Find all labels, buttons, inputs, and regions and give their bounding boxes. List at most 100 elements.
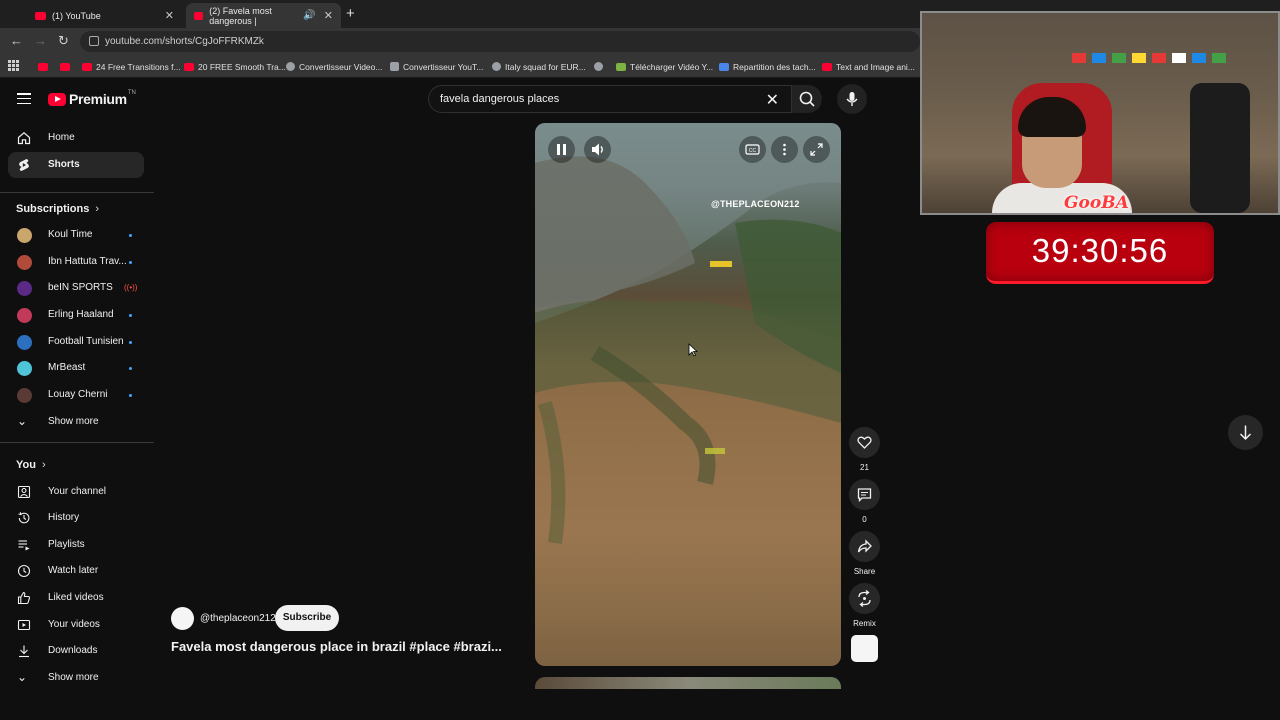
svg-text:CC: CC bbox=[749, 148, 757, 154]
like-button[interactable] bbox=[849, 427, 880, 458]
globe-icon bbox=[594, 62, 603, 71]
subscriptions-header[interactable]: Subscriptions › bbox=[16, 203, 99, 215]
sidebar-item-shorts[interactable]: Shorts bbox=[8, 152, 144, 178]
sidebar-item-label: Home bbox=[48, 132, 75, 143]
sidebar-item-liked-videos[interactable]: Liked videos bbox=[8, 585, 144, 611]
captions-button[interactable]: CC bbox=[739, 136, 766, 163]
volume-button[interactable] bbox=[584, 136, 611, 163]
sidebar-item-history[interactable]: History bbox=[8, 505, 144, 531]
channel-avatar[interactable] bbox=[171, 607, 194, 630]
next-short-button[interactable] bbox=[1228, 415, 1263, 450]
back-icon[interactable]: ← bbox=[10, 33, 23, 48]
menu-icon[interactable] bbox=[17, 93, 31, 105]
bookmark-item[interactable]: Text and Image ani... bbox=[822, 59, 915, 74]
download-icon bbox=[616, 62, 626, 71]
bookmark-item[interactable]: Repartition des tach... bbox=[719, 59, 816, 74]
bookmark-item[interactable]: 24 Free Transitions f... bbox=[82, 59, 181, 74]
thumbs-up-icon bbox=[17, 591, 31, 605]
site-info-icon[interactable] bbox=[89, 36, 99, 46]
flag-decoration bbox=[1152, 53, 1166, 63]
speaker-icon[interactable]: 🔊 bbox=[303, 10, 315, 21]
bookmark-item[interactable] bbox=[60, 59, 74, 74]
next-short-preview[interactable] bbox=[535, 677, 841, 689]
bookmark-label: Convertisseur Video... bbox=[299, 61, 383, 72]
sound-thumbnail[interactable] bbox=[851, 635, 878, 662]
new-content-dot bbox=[129, 234, 132, 237]
search-button[interactable] bbox=[792, 85, 822, 113]
sidebar-item-label: Your channel bbox=[48, 486, 107, 497]
you-header[interactable]: You › bbox=[16, 459, 46, 471]
clear-search-icon[interactable]: ✕ bbox=[766, 90, 779, 110]
sidebar-item-home[interactable]: Home bbox=[8, 125, 144, 151]
sidebar-item-your-channel[interactable]: Your channel bbox=[8, 479, 144, 505]
bookmark-item[interactable]: Télécharger Vidéo Y... bbox=[616, 59, 713, 74]
bookmark-item[interactable]: Convertisseur YouT... bbox=[390, 59, 483, 74]
sidebar-item-downloads[interactable]: Downloads bbox=[8, 638, 144, 664]
sidebar-item-subscription[interactable]: Erling Haaland bbox=[8, 302, 144, 328]
home-icon bbox=[17, 132, 31, 145]
close-tab-icon[interactable]: ✕ bbox=[165, 9, 174, 22]
youtube-icon bbox=[822, 62, 832, 71]
bookmark-label: Text and Image ani... bbox=[836, 61, 915, 72]
new-content-dot bbox=[129, 261, 132, 264]
apps-grid-icon[interactable] bbox=[8, 60, 19, 71]
more-options-button[interactable] bbox=[771, 136, 798, 163]
flag-decoration bbox=[1072, 53, 1086, 63]
share-label: Share bbox=[853, 567, 876, 576]
sidebar-item-label: Shorts bbox=[48, 159, 80, 170]
tab-title: (1) YouTube bbox=[52, 10, 101, 21]
like-action[interactable]: 21 bbox=[849, 427, 880, 472]
channel-avatar bbox=[17, 281, 32, 296]
bookmark-item[interactable]: 20 FREE Smooth Tra... bbox=[184, 59, 286, 74]
pause-button[interactable] bbox=[548, 136, 575, 163]
sidebar-item-subscription[interactable]: Louay Cherni bbox=[8, 382, 144, 408]
sidebar-item-subscription[interactable]: Koul Time bbox=[8, 222, 144, 248]
bookmark-item[interactable]: Convertisseur Video... bbox=[286, 59, 382, 74]
youtube-favicon-icon bbox=[194, 11, 204, 20]
remix-button[interactable] bbox=[849, 583, 880, 614]
forward-icon[interactable]: → bbox=[34, 33, 47, 48]
sidebar-item-subscription[interactable]: MrBeast bbox=[8, 355, 144, 381]
channel-handle[interactable]: @theplaceon212 bbox=[200, 613, 276, 624]
comment-icon bbox=[857, 488, 872, 503]
sidebar-item-subscription[interactable]: Ibn Hattuta Trav... bbox=[8, 249, 144, 275]
sidebar-item-subscription[interactable]: Football Tunisien bbox=[8, 329, 144, 355]
youtube-premium-logo[interactable]: Premium TN bbox=[48, 90, 136, 107]
microphone-icon bbox=[846, 92, 858, 106]
channel-name: Koul Time bbox=[48, 229, 93, 240]
sidebar-item-label: Watch later bbox=[48, 565, 99, 576]
close-tab-icon[interactable]: ✕ bbox=[324, 9, 333, 22]
chevron-down-icon: ⌄ bbox=[17, 670, 28, 684]
show-more-button[interactable]: ⌄ Show more bbox=[8, 409, 144, 435]
sidebar-item-playlists[interactable]: Playlists bbox=[8, 532, 144, 558]
search-input[interactable]: favela dangerous places ✕ bbox=[428, 85, 792, 113]
remix-action[interactable]: Remix bbox=[849, 583, 880, 628]
bookmark-item[interactable]: Italy squad for EUR... bbox=[492, 59, 586, 74]
comment-button[interactable] bbox=[849, 479, 880, 510]
new-tab-button[interactable]: + bbox=[346, 5, 355, 22]
heart-icon bbox=[857, 436, 872, 449]
short-title[interactable]: Favela most dangerous place in brazil #p… bbox=[171, 639, 501, 654]
subscribe-button[interactable]: Subscribe bbox=[275, 605, 339, 631]
fullscreen-button[interactable] bbox=[803, 136, 830, 163]
flag-decoration bbox=[1112, 53, 1126, 63]
browser-tab-active[interactable]: (2) Favela most dangerous | 🔊 ✕ bbox=[186, 3, 341, 28]
share-button[interactable] bbox=[849, 531, 880, 562]
streamer-tag: GooBA bbox=[1064, 193, 1129, 213]
reload-icon[interactable]: ↻ bbox=[58, 33, 69, 49]
browser-tab[interactable]: (1) YouTube ✕ bbox=[27, 3, 182, 28]
share-icon bbox=[857, 539, 872, 553]
share-action[interactable]: Share bbox=[849, 531, 880, 576]
show-more-button[interactable]: ⌄ Show more bbox=[8, 665, 144, 691]
voice-search-button[interactable] bbox=[837, 84, 867, 114]
live-icon: ((•)) bbox=[124, 283, 138, 292]
bookmark-item[interactable] bbox=[594, 59, 607, 74]
channel-name: Louay Cherni bbox=[48, 389, 108, 400]
sidebar-item-subscription[interactable]: beIN SPORTS ((•)) bbox=[8, 275, 144, 301]
comment-action[interactable]: 0 bbox=[849, 479, 880, 524]
bookmark-item[interactable] bbox=[38, 59, 52, 74]
sidebar-item-watch-later[interactable]: Watch later bbox=[8, 558, 144, 584]
sidebar-item-your-videos[interactable]: Your videos bbox=[8, 612, 144, 638]
url-field[interactable]: youtube.com/shorts/CgJoFFRKMZk bbox=[80, 31, 920, 52]
shorts-video-player[interactable]: CC @THEPLACEON212 bbox=[535, 123, 841, 666]
